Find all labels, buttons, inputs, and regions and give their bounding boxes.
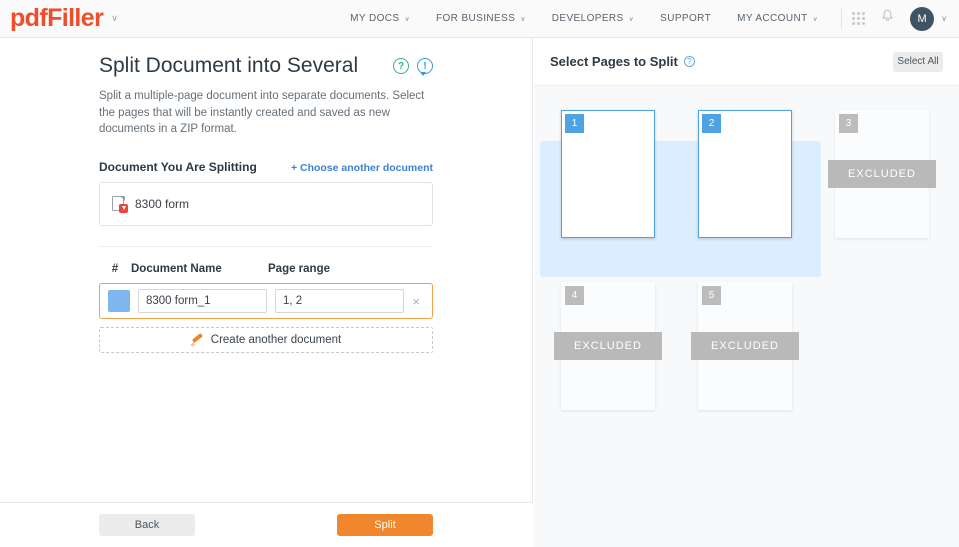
- chevron-down-icon: ∨: [520, 15, 526, 23]
- nav-label: FOR BUSINESS: [436, 13, 516, 24]
- footer-bar: Back Split: [0, 502, 533, 547]
- left-panel-content: Split Document into Several ? ! Split a …: [0, 38, 532, 354]
- left-panel: Split Document into Several ? ! Split a …: [0, 38, 533, 547]
- top-navigation-bar: pdfFiller ∨ MY DOCS ∨ FOR BUSINESS ∨ DEV…: [0, 0, 959, 38]
- page-number-badge: 5: [702, 286, 721, 305]
- chevron-down-icon: ∨: [404, 15, 410, 23]
- page-preview-lines: [566, 116, 650, 233]
- remove-row-close-icon[interactable]: ×: [412, 294, 420, 309]
- split-button[interactable]: Split: [337, 514, 433, 536]
- choose-another-document-link[interactable]: + Choose another document: [291, 162, 433, 174]
- nav-item-developers[interactable]: DEVELOPERS ∨: [539, 13, 647, 24]
- page-thumbnail[interactable]: 5 EXCLUDED: [691, 282, 799, 410]
- help-question-icon[interactable]: ?: [393, 58, 409, 74]
- nav-item-my-docs[interactable]: MY DOCS ∨: [337, 13, 423, 24]
- create-another-label: Create another document: [210, 334, 342, 347]
- split-table-header: # Document Name Page range: [99, 263, 433, 275]
- page-thumbnail-grid: 1 2 3 EXCLUDED 4 EXCLUDED 5 EXCLUDED: [534, 96, 959, 410]
- page-thumbnail[interactable]: 2: [698, 110, 792, 238]
- notifications-bell-icon[interactable]: [881, 9, 894, 28]
- section-divider: [99, 246, 433, 248]
- apps-grid-icon[interactable]: [852, 12, 866, 25]
- nav-items: MY DOCS ∨ FOR BUSINESS ∨ DEVELOPERS ∨ SU…: [337, 6, 959, 31]
- chevron-down-icon: ∨: [812, 15, 819, 23]
- page-number-badge: 3: [839, 114, 858, 133]
- chevron-down-icon: ∨: [628, 15, 635, 23]
- create-another-document-button[interactable]: Create another document: [99, 327, 433, 354]
- right-panel-header: Select Pages to Split ? Select All: [534, 38, 959, 86]
- table-row[interactable]: ×: [99, 283, 433, 320]
- feedback-bubble-icon[interactable]: !: [417, 58, 433, 76]
- nav-item-my-account[interactable]: MY ACCOUNT ∨: [724, 13, 831, 24]
- nav-item-for-business[interactable]: FOR BUSINESS ∨: [423, 13, 539, 24]
- section-label: Document You Are Splitting: [99, 160, 257, 175]
- logo-area[interactable]: pdfFiller ∨: [0, 6, 118, 31]
- column-header-number: #: [111, 263, 119, 276]
- document-name-input[interactable]: [138, 289, 267, 314]
- document-section-header: Document You Are Splitting + Choose anot…: [99, 160, 433, 174]
- select-all-button[interactable]: Select All: [893, 51, 943, 72]
- pdf-file-icon: [112, 196, 128, 214]
- page-subtitle: Split a multiple-page document into sepa…: [99, 90, 425, 136]
- avatar[interactable]: M: [910, 6, 935, 31]
- right-panel-title: Select Pages to Split: [550, 54, 678, 69]
- page-number-badge: 4: [565, 286, 584, 305]
- page-number-badge: 1: [565, 114, 584, 133]
- page-range-input[interactable]: [275, 289, 404, 314]
- row-color-swatch[interactable]: [108, 290, 130, 313]
- right-panel: Select Pages to Split ? Select All 1 2 3…: [534, 38, 959, 547]
- pencil-icon: [191, 334, 204, 347]
- page-title: Split Document into Several: [99, 54, 359, 77]
- help-question-icon[interactable]: ?: [683, 56, 695, 67]
- nav-divider: [841, 8, 843, 29]
- page-thumbnail[interactable]: 4 EXCLUDED: [554, 282, 662, 410]
- back-button[interactable]: Back: [99, 514, 195, 536]
- selected-document-box[interactable]: 8300 form: [99, 182, 433, 227]
- page-thumbnail[interactable]: 3 EXCLUDED: [828, 110, 936, 238]
- nav-label: DEVELOPERS: [551, 13, 624, 24]
- nav-label: MY ACCOUNT: [737, 13, 808, 24]
- page-preview-lines: [703, 116, 787, 233]
- excluded-banner: EXCLUDED: [828, 160, 936, 188]
- document-filename: 8300 form: [135, 197, 190, 212]
- logo-chevron-down-icon[interactable]: ∨: [111, 13, 118, 24]
- title-row: Split Document into Several ? !: [99, 54, 433, 78]
- nav-label: SUPPORT: [660, 13, 712, 24]
- column-header-page-range: Page range: [268, 263, 330, 276]
- page-number-badge: 2: [702, 114, 721, 133]
- excluded-banner: EXCLUDED: [691, 332, 799, 360]
- excluded-banner: EXCLUDED: [554, 332, 662, 360]
- nav-label: MY DOCS: [350, 13, 400, 24]
- page-thumbnails-area: 1 2 3 EXCLUDED 4 EXCLUDED 5 EXCLUDED: [534, 86, 959, 410]
- nav-item-support[interactable]: SUPPORT: [647, 13, 724, 24]
- pdffiller-logo[interactable]: pdfFiller: [10, 6, 104, 31]
- title-icons: ? !: [393, 58, 433, 76]
- avatar-chevron-down-icon[interactable]: ∨: [941, 14, 947, 23]
- split-document-page: pdfFiller ∨ MY DOCS ∨ FOR BUSINESS ∨ DEV…: [0, 0, 959, 547]
- page-thumbnail[interactable]: 1: [561, 110, 655, 238]
- column-header-document-name: Document Name: [131, 263, 222, 276]
